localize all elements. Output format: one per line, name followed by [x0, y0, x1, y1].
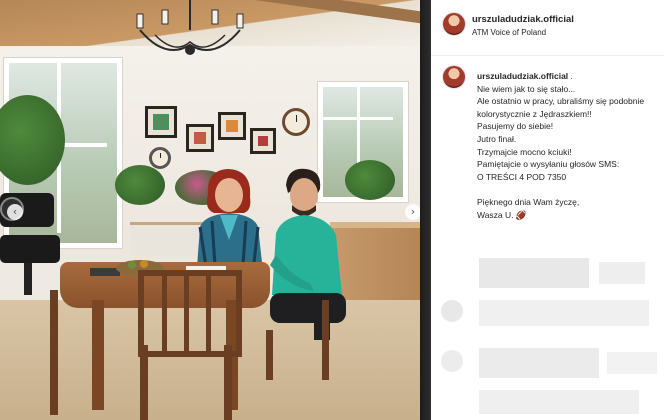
blurred-avatar [441, 350, 463, 372]
chandelier [136, 0, 244, 55]
chair-leg [224, 345, 232, 420]
post-header: urszuladudziak.official ATM Voice of Pol… [431, 0, 664, 56]
plant [115, 165, 165, 205]
blurred-comment [599, 262, 645, 284]
blurred-comment [479, 300, 649, 326]
chair-back [138, 270, 242, 357]
man-guest [270, 168, 346, 340]
header-username[interactable]: urszuladudziak.official [472, 14, 574, 25]
wall-picture [250, 128, 276, 154]
caption-avatar[interactable] [442, 65, 466, 89]
blurred-comment [479, 258, 589, 288]
tv-camera [0, 193, 60, 295]
post-panel: urszuladudziak.official ATM Voice of Pol… [431, 0, 664, 420]
chair-man [322, 300, 329, 380]
carousel-indicator [196, 411, 226, 420]
wall-clock [282, 108, 310, 136]
carousel-next-button[interactable]: › [405, 204, 420, 220]
table-leg [92, 300, 104, 410]
blurred-comment [607, 352, 657, 374]
chair-man [266, 330, 273, 380]
carousel-prev-button[interactable]: ‹ [7, 204, 23, 220]
wall-picture [186, 124, 214, 152]
wall-clock-small [149, 147, 171, 169]
chair-side [50, 290, 58, 415]
location-link[interactable]: ATM Voice of Poland [472, 28, 546, 37]
plant [345, 160, 395, 200]
caption-username[interactable]: urszuladudziak.official [477, 71, 568, 81]
blurred-avatar [441, 300, 463, 322]
wall-picture [145, 106, 177, 138]
blurred-comment [479, 348, 599, 378]
post-photo[interactable]: ‹ › [0, 0, 420, 420]
wall-picture [218, 112, 246, 140]
avatar[interactable] [442, 12, 466, 36]
chevron-left-icon: ‹ [12, 205, 18, 218]
chair-leg [140, 345, 148, 420]
blurred-comment [479, 390, 639, 414]
chevron-right-icon: › [410, 205, 416, 218]
divider-bar [420, 0, 431, 420]
caption-text: . Nie wiem jak to się stało... Ale ostat… [477, 71, 645, 220]
post-caption: urszuladudziak.official . Nie wiem jak t… [477, 70, 661, 221]
